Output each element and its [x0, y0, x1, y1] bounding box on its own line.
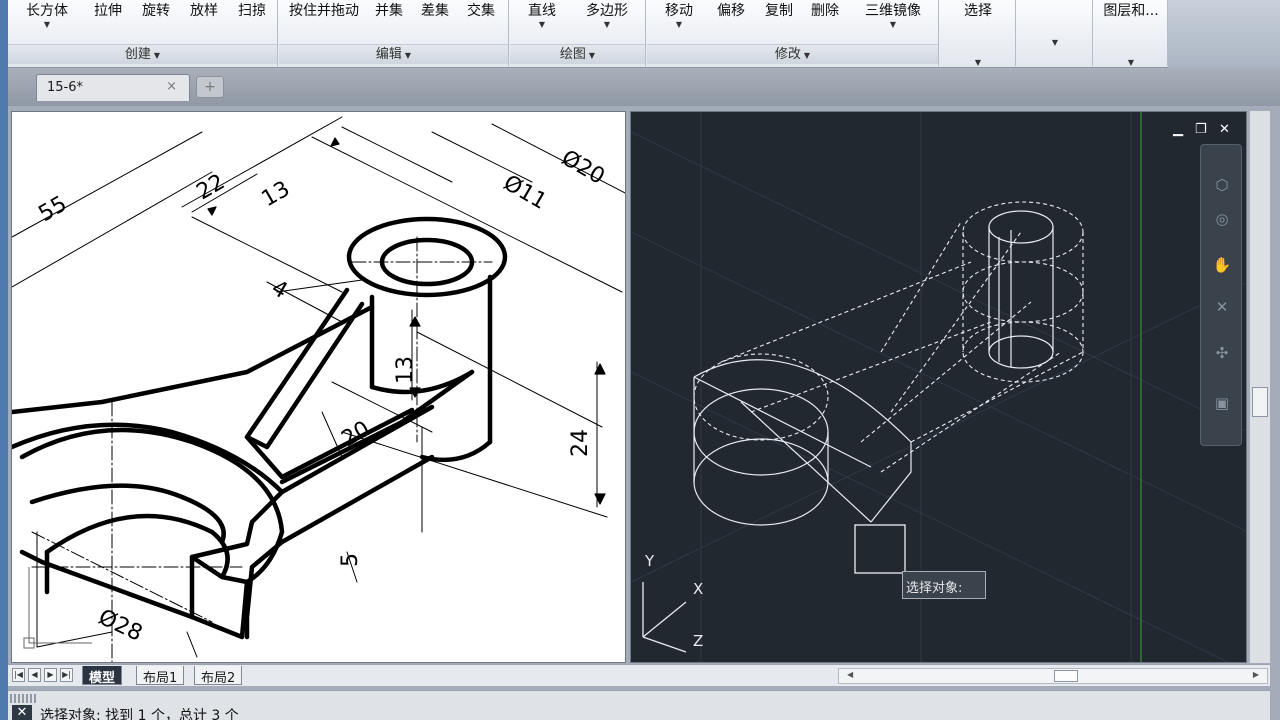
isometric-drawing: 55 22 Ø20 13 Ø11 4 13 24 20 5 Ø28 [12, 116, 625, 662]
minimize-icon[interactable]: ▁ [1173, 122, 1183, 137]
presspull-button[interactable]: 按住并拖动 [283, 0, 365, 40]
blank-panel-button[interactable]: ▼ [1027, 0, 1083, 62]
dimension-label: 13 [258, 177, 295, 213]
window-frame-left [0, 106, 8, 720]
layers-button[interactable]: 图层和... ▼ [1098, 0, 1164, 67]
new-tab-button[interactable]: + [196, 76, 224, 98]
select-button[interactable]: 选择 ▼ [950, 0, 1006, 67]
polygon-button[interactable]: 多边形 ▼ [580, 0, 634, 40]
document-tab[interactable]: 15-6* × [36, 74, 190, 101]
command-tooltip: 选择对象: [902, 571, 986, 599]
panel-create: 长方体 ▼ 拉伸 旋转 放样 扫掠 创建 ▼ [8, 0, 278, 66]
orbit-icon[interactable]: ✣ [1210, 341, 1234, 365]
document-tab-bar: 15-6* × + [0, 68, 1280, 106]
prev-layout-button[interactable]: ◀ [28, 668, 41, 682]
vertical-scrollbar[interactable] [1250, 111, 1270, 663]
extrude-button[interactable]: 拉伸 [88, 0, 128, 40]
pan-icon[interactable]: ✋ [1210, 253, 1234, 277]
mirror3d-button[interactable]: 三维镜像 ▼ [857, 0, 929, 40]
line-button[interactable]: 直线 ▼ [522, 0, 562, 40]
panel-blank: ▼ [1017, 0, 1093, 66]
erase-button[interactable]: 删除 [805, 0, 845, 40]
navigation-bar: ⬡ ◎ ✋ ✕ ✣ ▣ [1200, 144, 1242, 446]
viewcube-icon[interactable]: ⬡ [1210, 173, 1234, 197]
showmotion-icon[interactable]: ▣ [1210, 391, 1234, 415]
scrollbar-thumb[interactable] [1252, 387, 1268, 417]
dimension-label: Ø28 [94, 605, 146, 647]
ribbon-end-area [1168, 0, 1280, 68]
panel-title-modify[interactable]: 修改 ▼ [647, 44, 938, 64]
viewport-left[interactable]: 55 22 Ø20 13 Ø11 4 13 24 20 5 Ø28 [11, 111, 626, 663]
dimension-label: 13 [393, 356, 418, 384]
scroll-right-icon[interactable]: ▶ [1253, 670, 1259, 679]
horizontal-scrollbar[interactable]: ◀ ▶ [838, 668, 1268, 684]
offset-button[interactable]: 偏移 [711, 0, 751, 40]
dimension-label: 5 [338, 553, 363, 567]
first-layout-button[interactable]: |◀ [12, 668, 25, 682]
scrollbar-thumb[interactable] [1054, 670, 1078, 682]
intersect-button[interactable]: 交集 [463, 0, 499, 40]
subtract-button[interactable]: 差集 [417, 0, 453, 40]
drag-handle-icon[interactable] [10, 694, 36, 703]
panel-draw: 直线 ▼ 多边形 ▼ 绘图 ▼ [510, 0, 646, 66]
panel-title-edit[interactable]: 编辑 ▼ [279, 44, 508, 64]
panel-title-draw[interactable]: 绘图 ▼ [510, 44, 645, 64]
dimension-label: Ø20 [557, 146, 609, 190]
ribbon: 长方体 ▼ 拉伸 旋转 放样 扫掠 创建 ▼ 按住并拖动 并集 差集 交集 编辑 ▼ … [0, 0, 1280, 68]
restore-icon[interactable]: ❐ [1195, 122, 1207, 137]
steeringwheel-icon[interactable]: ◎ [1210, 207, 1234, 231]
union-button[interactable]: 并集 [371, 0, 407, 40]
panel-modify: 移动 ▼ 偏移 复制 删除 三维镜像 ▼ 修改 ▼ [647, 0, 939, 66]
autocad-window: 长方体 ▼ 拉伸 旋转 放样 扫掠 创建 ▼ 按住并拖动 并集 差集 交集 编辑 ▼ … [0, 0, 1280, 720]
next-layout-button[interactable]: ▶ [44, 668, 57, 682]
ucs-x-label: X [693, 580, 704, 598]
scroll-left-icon[interactable]: ◀ [847, 670, 853, 679]
add-icon: + [204, 79, 216, 95]
dimension-label: 24 [568, 429, 593, 457]
revolve-button[interactable]: 旋转 [136, 0, 176, 40]
window-frame-left [0, 0, 8, 68]
tab-layout1[interactable]: 布局1 [136, 666, 185, 686]
dimension-label: Ø11 [499, 171, 551, 215]
command-line[interactable]: ✕ 选择对象: 找到 1 个，总计 3 个 [8, 690, 1270, 720]
dimension-label: 22 [193, 170, 230, 206]
move-button[interactable]: 移动 ▼ [659, 0, 699, 40]
close-icon[interactable]: ✕ [12, 705, 32, 720]
dimension-label: 4 [267, 276, 292, 305]
tab-layout2[interactable]: 布局2 [194, 666, 243, 686]
copy-button[interactable]: 复制 [759, 0, 799, 40]
zoom-icon[interactable]: ✕ [1210, 295, 1234, 319]
box-button[interactable]: 长方体 ▼ [20, 0, 74, 40]
sweep-button[interactable]: 扫掠 [232, 0, 272, 40]
command-history-text: 选择对象: 找到 1 个，总计 3 个 [40, 708, 239, 720]
panel-layers: 图层和... ▼ [1094, 0, 1168, 67]
close-icon[interactable]: ✕ [1219, 122, 1230, 137]
layout-tab-bar: |◀ ◀ ▶ ▶| 模型 布局1 布局2 ◀ ▶ [8, 664, 1270, 686]
loft-button[interactable]: 放样 [184, 0, 224, 40]
window-frame-left [0, 68, 8, 106]
last-layout-button[interactable]: ▶| [60, 668, 73, 682]
panel-edit: 按住并拖动 并集 差集 交集 编辑 ▼ [279, 0, 509, 66]
tab-model[interactable]: 模型 [82, 666, 123, 686]
document-tab-label: 15-6* [47, 80, 84, 95]
panel-select: 选择 ▼ [940, 0, 1016, 67]
panel-title-create[interactable]: 创建 ▼ [8, 44, 277, 64]
close-icon[interactable]: × [166, 79, 177, 94]
ucs-z-label: Z [693, 632, 704, 650]
ucs-y-label: Y [645, 552, 655, 570]
